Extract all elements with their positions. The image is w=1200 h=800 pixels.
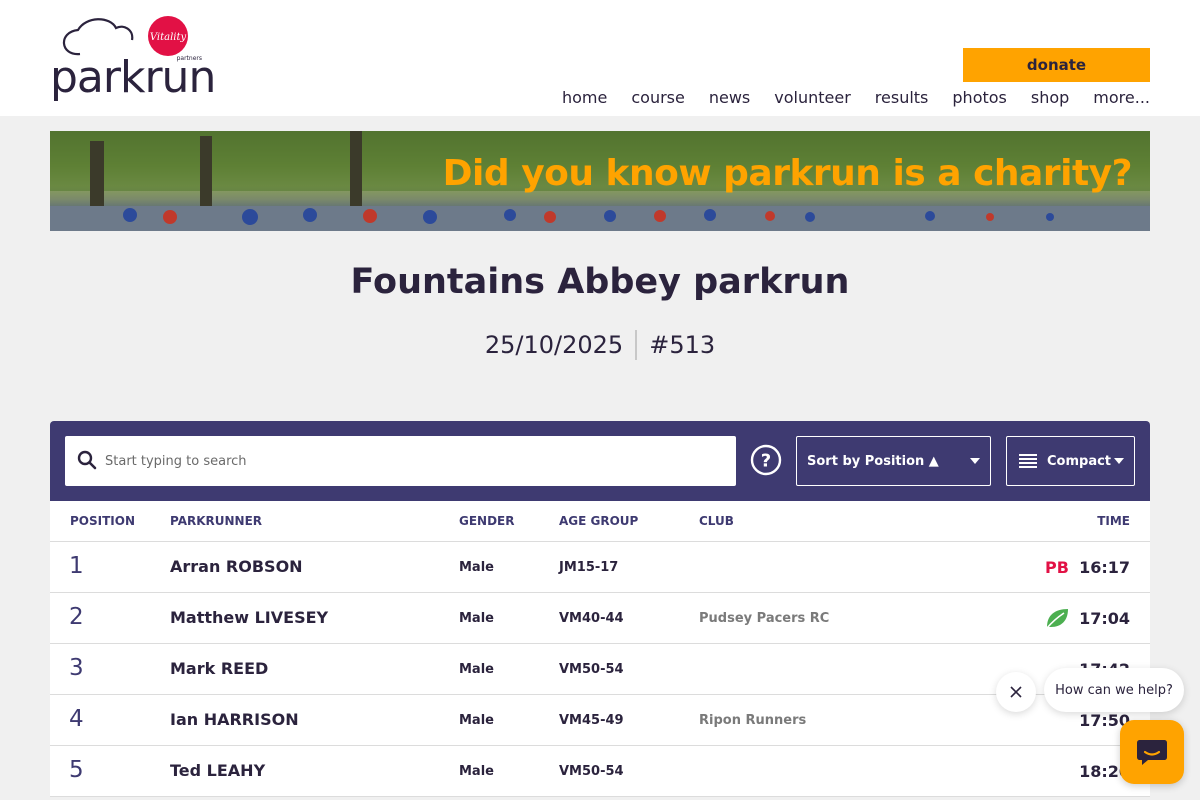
banner-headline: Did you know parkrun is a charity?	[442, 153, 1133, 194]
row-gender: Male	[459, 662, 494, 677]
chat-launcher-button[interactable]	[1120, 720, 1184, 784]
row-position: 1	[69, 553, 84, 579]
view-dropdown[interactable]: Compact	[1006, 436, 1135, 486]
row-position: 4	[69, 706, 84, 732]
search-icon	[77, 450, 97, 470]
event-date: 25/10/2025	[484, 331, 624, 359]
nav-photos[interactable]: photos	[952, 88, 1006, 107]
help-icon[interactable]: ?	[750, 444, 782, 476]
row-age-group[interactable]: VM40-44	[559, 611, 624, 626]
row-position: 3	[69, 655, 84, 681]
nav-shop[interactable]: shop	[1031, 88, 1069, 107]
table-row[interactable]: 3 Mark REED Male VM50-54 17:42	[50, 644, 1150, 695]
row-name[interactable]: Arran ROBSON	[170, 557, 303, 576]
row-age-group[interactable]: VM45-49	[559, 713, 624, 728]
main-nav: home course news volunteer results photo…	[562, 88, 1150, 107]
results-table: POSITION PARKRUNNER GENDER AGE GROUP CLU…	[50, 501, 1150, 797]
event-title: Fountains Abbey parkrun	[350, 262, 850, 302]
header-time[interactable]: TIME	[1097, 514, 1130, 528]
table-header: POSITION PARKRUNNER GENDER AGE GROUP CLU…	[50, 501, 1150, 542]
chevron-down-icon	[1114, 458, 1124, 464]
nav-course[interactable]: course	[631, 88, 684, 107]
chat-dismiss-button[interactable]	[996, 672, 1036, 712]
site-header: parkrun Vitality partners donate home co…	[0, 0, 1200, 116]
row-gender: Male	[459, 560, 494, 575]
leaf-icon	[1046, 609, 1068, 629]
view-label: Compact	[1047, 453, 1112, 469]
nav-volunteer[interactable]: volunteer	[774, 88, 851, 107]
chevron-down-icon	[970, 458, 980, 464]
nav-news[interactable]: news	[709, 88, 750, 107]
row-time: 17:04	[1079, 609, 1130, 628]
sort-label: Sort by Position ▲	[807, 453, 939, 469]
charity-banner[interactable]: Did you know parkrun is a charity?	[50, 131, 1150, 231]
row-club[interactable]: Pudsey Pacers RC	[699, 611, 829, 626]
list-view-icon	[1019, 454, 1037, 468]
header-age-group[interactable]: AGE GROUP	[559, 514, 638, 528]
row-time: 16:17	[1079, 558, 1130, 577]
row-gender: Male	[459, 611, 494, 626]
row-position: 5	[69, 757, 84, 783]
donate-button[interactable]: donate	[963, 48, 1150, 82]
table-row[interactable]: 4 Ian HARRISON Male VM45-49 Ripon Runner…	[50, 695, 1150, 746]
row-name[interactable]: Ted LEAHY	[170, 761, 265, 780]
chat-icon	[1137, 740, 1167, 765]
meta-divider	[635, 330, 638, 360]
results-toolbar: ? Sort by Position ▲ Compact	[50, 421, 1150, 501]
search-box[interactable]	[65, 436, 736, 486]
nav-more[interactable]: more...	[1093, 88, 1150, 107]
row-age-group[interactable]: VM50-54	[559, 662, 624, 677]
table-row[interactable]: 2 Matthew LIVESEY Male VM40-44 Pudsey Pa…	[50, 593, 1150, 644]
chat-prompt[interactable]: How can we help?	[1044, 668, 1184, 712]
row-position: 2	[69, 604, 84, 630]
event-number: #513	[649, 331, 716, 359]
close-icon	[1010, 686, 1022, 698]
nav-home[interactable]: home	[562, 88, 607, 107]
row-name[interactable]: Matthew LIVESEY	[170, 608, 328, 627]
svg-text:?: ?	[761, 451, 771, 472]
row-name[interactable]: Mark REED	[170, 659, 268, 678]
svg-text:partners: partners	[177, 55, 202, 62]
header-gender[interactable]: GENDER	[459, 514, 515, 528]
svg-text:Vitality: Vitality	[150, 32, 187, 43]
row-age-group[interactable]: JM15-17	[559, 560, 618, 575]
header-position[interactable]: POSITION	[70, 514, 135, 528]
row-gender: Male	[459, 713, 494, 728]
header-club[interactable]: CLUB	[699, 514, 734, 528]
row-age-group[interactable]: VM50-54	[559, 764, 624, 779]
table-row[interactable]: 1 Arran ROBSON Male JM15-17 PB 16:17	[50, 542, 1150, 593]
pb-badge: PB	[1045, 558, 1069, 577]
event-meta: 25/10/2025 #513	[0, 330, 1200, 360]
search-input[interactable]	[105, 436, 725, 486]
row-club[interactable]: Ripon Runners	[699, 713, 806, 728]
header-parkrunner[interactable]: PARKRUNNER	[170, 514, 262, 528]
nav-results[interactable]: results	[875, 88, 929, 107]
parkrun-logo[interactable]: parkrun Vitality partners	[50, 14, 220, 104]
row-gender: Male	[459, 764, 494, 779]
row-name[interactable]: Ian HARRISON	[170, 710, 299, 729]
table-row[interactable]: 5 Ted LEAHY Male VM50-54 18:20	[50, 746, 1150, 797]
sort-dropdown[interactable]: Sort by Position ▲	[796, 436, 991, 486]
